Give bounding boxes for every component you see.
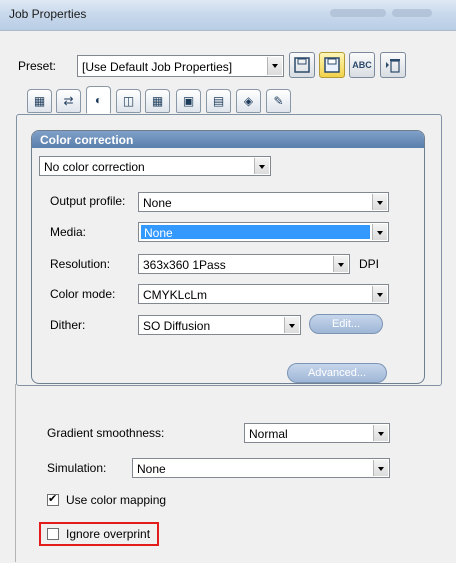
divider <box>15 384 16 562</box>
delete-icon <box>386 59 400 73</box>
save-as-button[interactable] <box>319 52 345 78</box>
selection-highlight <box>141 225 370 239</box>
chevron-down-icon <box>372 194 387 210</box>
media-value: None <box>144 226 173 240</box>
delete-button[interactable] <box>380 52 406 78</box>
layout-icon: ⇄ <box>63 94 74 108</box>
preset-label: Preset: <box>18 59 57 73</box>
window-title: Job Properties <box>9 7 87 21</box>
media-label: Media: <box>50 225 87 239</box>
chevron-down-icon <box>372 224 387 240</box>
color-mode-dropdown[interactable]: CMYKLcLm <box>138 284 389 304</box>
preset-value: [Use Default Job Properties] <box>82 60 233 74</box>
abc-icon: ABC <box>352 60 372 70</box>
tab-crop[interactable]: ▣ <box>176 89 201 113</box>
crop-icon: ▣ <box>182 94 195 108</box>
simulation-value: None <box>137 462 166 476</box>
preset-dropdown[interactable]: [Use Default Job Properties] <box>77 55 284 77</box>
tab-color[interactable]: ◐ <box>86 86 111 114</box>
media-dropdown[interactable]: None <box>138 222 389 242</box>
tab-film[interactable]: ◫ <box>116 89 141 113</box>
pen-icon: ✎ <box>273 94 284 108</box>
printer-icon: ▦ <box>33 94 46 108</box>
dither-value: SO Diffusion <box>143 319 211 333</box>
chevron-down-icon <box>373 425 388 441</box>
film-icon: ◫ <box>122 94 135 108</box>
color-correction-value: No color correction <box>44 160 145 174</box>
layers-icon: ◈ <box>243 94 254 108</box>
title-blur <box>392 9 432 17</box>
title-blur <box>330 9 386 17</box>
gradient-smoothness-dropdown[interactable]: Normal <box>244 423 390 443</box>
dither-dropdown[interactable]: SO Diffusion <box>138 315 301 335</box>
edit-button[interactable]: Edit... <box>309 314 383 334</box>
chevron-down-icon <box>254 158 269 174</box>
chevron-down-icon <box>333 256 348 272</box>
grid-icon: ▦ <box>151 94 164 108</box>
simulation-label: Simulation: <box>47 461 107 475</box>
chevron-down-icon <box>267 57 282 75</box>
output-profile-dropdown[interactable]: None <box>138 192 389 212</box>
chevron-down-icon <box>284 317 299 333</box>
use-color-mapping-checkbox[interactable] <box>47 492 59 506</box>
tab-layout[interactable]: ⇄ <box>56 89 81 113</box>
save-disk-icon <box>294 57 310 73</box>
tab-pen[interactable]: ✎ <box>266 89 291 113</box>
chevron-down-icon <box>372 286 387 302</box>
advanced-button[interactable]: Advanced... <box>287 363 387 383</box>
simulation-dropdown[interactable]: None <box>132 458 390 478</box>
use-color-mapping-label: Use color mapping <box>66 493 167 507</box>
title-bar: Job Properties <box>0 0 456 30</box>
color-correction-dropdown[interactable]: No color correction <box>39 156 271 176</box>
save-button[interactable] <box>289 52 315 78</box>
color-icon: ◐ <box>94 93 103 107</box>
save-disk-yellow-icon <box>324 57 340 73</box>
resolution-label: Resolution: <box>50 257 111 271</box>
color-mode-value: CMYKLcLm <box>143 288 208 302</box>
gradient-smoothness-label: Gradient smoothness: <box>47 426 165 440</box>
output-profile-label: Output profile: <box>50 194 126 208</box>
dpi-unit: DPI <box>359 257 380 271</box>
tab-printer[interactable]: ▦ <box>27 89 52 113</box>
resolution-dropdown[interactable]: 363x360 1Pass <box>138 254 350 274</box>
tab-layers[interactable]: ◈ <box>236 89 261 113</box>
gradient-smoothness-value: Normal <box>249 427 288 441</box>
tab-grid[interactable]: ▦ <box>145 89 170 113</box>
dither-label: Dither: <box>50 318 86 332</box>
output-profile-value: None <box>143 196 172 210</box>
highlight-box <box>39 522 159 546</box>
chevron-down-icon <box>373 460 388 476</box>
rename-button[interactable]: ABC <box>349 52 375 78</box>
color-mode-label: Color mode: <box>50 287 116 301</box>
color-correction-header: Color correction <box>32 131 424 148</box>
resolution-value: 363x360 1Pass <box>143 258 226 272</box>
color-correction-title: Color correction <box>40 133 134 147</box>
swatch-icon: ▤ <box>212 94 225 108</box>
tab-swatch[interactable]: ▤ <box>206 89 231 113</box>
